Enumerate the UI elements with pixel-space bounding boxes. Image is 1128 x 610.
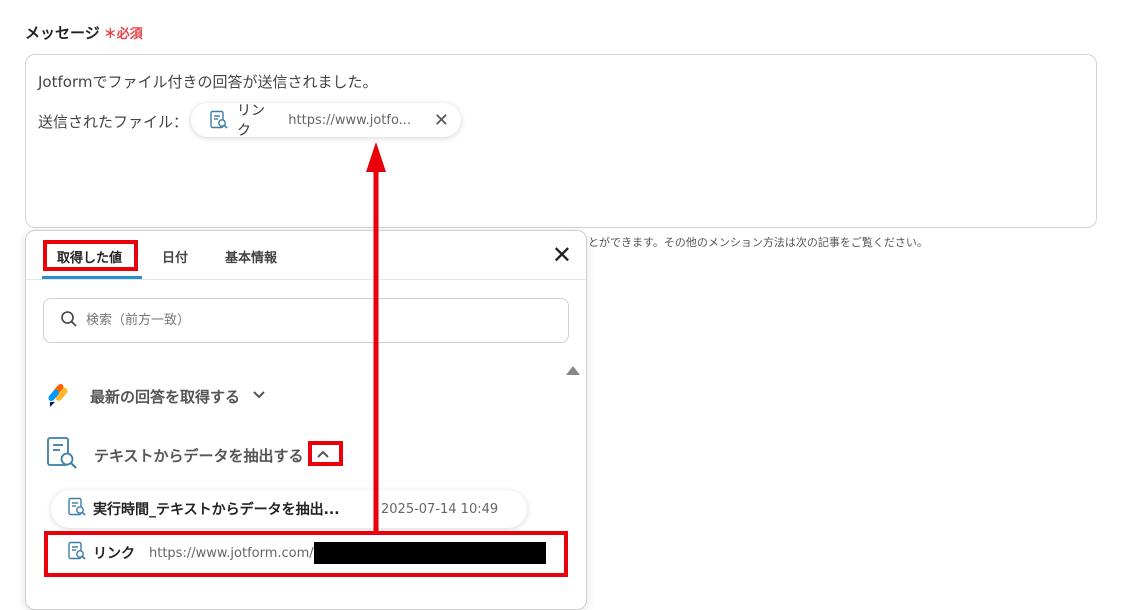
annotation-arrow — [366, 142, 386, 532]
